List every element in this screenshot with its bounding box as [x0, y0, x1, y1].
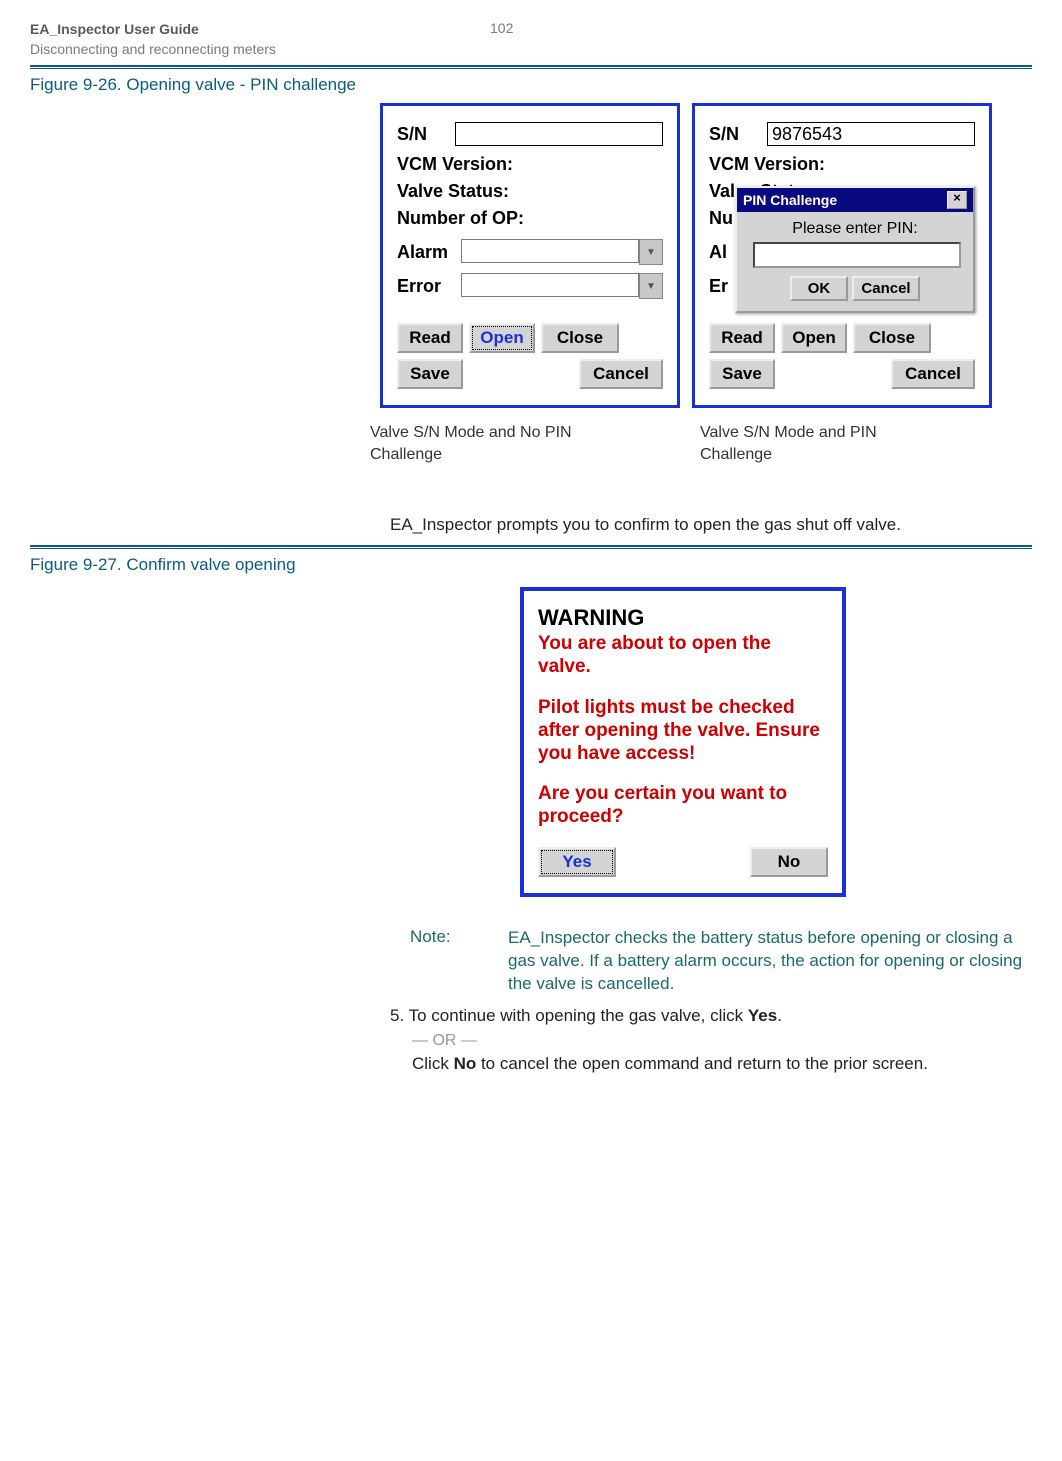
error-field[interactable]: [461, 273, 639, 297]
vcm-label: VCM Version:: [709, 154, 975, 175]
step-or: — OR —: [412, 1032, 1032, 1050]
divider: [30, 545, 1032, 547]
warning-line-1: You are about to open the valve.: [538, 633, 828, 679]
pin-challenge-dialog: PIN Challenge × Please enter PIN: OK Can…: [735, 186, 975, 313]
sn-label: S/N: [709, 124, 767, 145]
step-5: 5. To continue with opening the gas valv…: [390, 1004, 1032, 1029]
note-block: Note: EA_Inspector checks the battery st…: [410, 927, 1032, 996]
chevron-down-icon[interactable]: ▼: [639, 239, 663, 265]
figure-sub-captions: Valve S/N Mode and No PIN Challenge Valv…: [370, 422, 1032, 465]
step-5-alt: Click No to cancel the open command and …: [412, 1054, 1032, 1074]
vcm-label: VCM Version:: [397, 154, 663, 175]
body-paragraph: EA_Inspector prompts you to confirm to o…: [390, 515, 1032, 535]
pin-dialog-title: PIN Challenge: [743, 192, 837, 208]
cancel-button[interactable]: Cancel: [852, 276, 920, 301]
yes-ref: Yes: [748, 1006, 777, 1025]
note-text: EA_Inspector checks the battery status b…: [508, 927, 1032, 996]
no-button[interactable]: No: [750, 847, 828, 877]
step-text: To continue with opening the gas valve, …: [409, 1006, 748, 1025]
caption-a: Valve S/N Mode and No PIN Challenge: [370, 422, 580, 465]
num-op-label: Number of OP:: [397, 208, 663, 229]
yes-button[interactable]: Yes: [538, 847, 616, 877]
pin-input[interactable]: [753, 242, 961, 268]
read-button[interactable]: Read: [709, 323, 775, 353]
no-ref: No: [454, 1054, 477, 1073]
warning-line-2: Pilot lights must be checked after openi…: [538, 697, 828, 765]
divider: [30, 65, 1032, 67]
figure-caption: Figure 9-27. Confirm valve opening: [30, 555, 1032, 575]
divider: [30, 68, 1032, 69]
save-button[interactable]: Save: [397, 359, 463, 389]
read-button[interactable]: Read: [397, 323, 463, 353]
pin-prompt: Please enter PIN:: [753, 220, 957, 238]
alarm-label: Alarm: [397, 242, 461, 263]
doc-title: EA_Inspector User Guide: [30, 20, 490, 40]
app-panel-no-pin: S/N VCM Version: Valve Status: Number of…: [380, 103, 680, 408]
save-button[interactable]: Save: [709, 359, 775, 389]
app-panel-pin: S/N 9876543 VCM Version: Valve Status: N…: [692, 103, 992, 408]
valve-status-label: Valve Status:: [397, 181, 663, 202]
ok-button[interactable]: OK: [790, 276, 848, 301]
open-button[interactable]: Open: [469, 323, 535, 353]
warning-title: WARNING: [538, 605, 828, 631]
doc-subtitle: Disconnecting and reconnecting meters: [30, 40, 490, 60]
open-button[interactable]: Open: [781, 323, 847, 353]
sn-input[interactable]: 9876543: [767, 122, 975, 146]
figure-caption: Figure 9-26. Opening valve - PIN challen…: [30, 75, 1032, 95]
alarm-field[interactable]: [461, 239, 639, 263]
warning-line-3: Are you certain you want to proceed?: [538, 783, 828, 829]
note-label: Note:: [410, 927, 458, 996]
cancel-button[interactable]: Cancel: [891, 359, 975, 389]
page-header: EA_Inspector User Guide Disconnecting an…: [30, 20, 1032, 59]
divider: [30, 548, 1032, 549]
close-button[interactable]: Close: [853, 323, 931, 353]
caption-b: Valve S/N Mode and PIN Challenge: [700, 422, 910, 465]
sn-input[interactable]: [455, 122, 663, 146]
step-number: 5.: [390, 1006, 404, 1025]
error-label: Error: [397, 276, 461, 297]
close-button[interactable]: Close: [541, 323, 619, 353]
chevron-down-icon[interactable]: ▼: [639, 273, 663, 299]
page-number: 102: [490, 20, 513, 59]
cancel-button[interactable]: Cancel: [579, 359, 663, 389]
sn-label: S/N: [397, 124, 455, 145]
warning-dialog: WARNING You are about to open the valve.…: [520, 587, 846, 897]
close-icon[interactable]: ×: [947, 191, 967, 209]
figure-1-row: S/N VCM Version: Valve Status: Number of…: [340, 103, 1032, 408]
